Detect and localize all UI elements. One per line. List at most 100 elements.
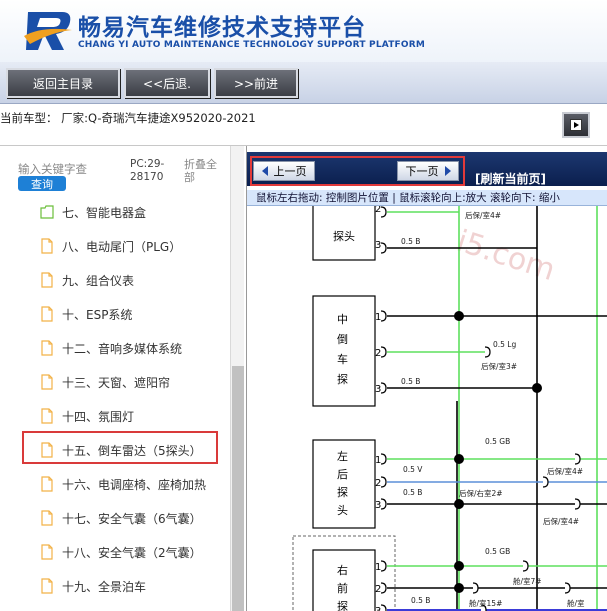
connector bbox=[380, 476, 387, 488]
connector bbox=[380, 560, 387, 572]
inline-connector bbox=[574, 453, 581, 465]
inline-connector bbox=[472, 582, 479, 594]
wire-label: 0.5 GB bbox=[485, 547, 510, 556]
nav-highlight bbox=[250, 156, 465, 186]
home-button[interactable]: 返回主目录 bbox=[6, 68, 120, 98]
wire-label: 后保/右室2# bbox=[459, 488, 503, 498]
tree-item[interactable]: 十八、安全气囊（2气囊） bbox=[40, 541, 202, 563]
wire-label: 0.5 V bbox=[403, 465, 423, 474]
selected-item-highlight bbox=[22, 431, 218, 464]
tree-item-label: 十七、安全气囊（6气囊） bbox=[62, 511, 202, 526]
query-button[interactable]: 查询 bbox=[18, 176, 66, 191]
pin: 3 bbox=[375, 606, 381, 611]
wire-label: 0.5 Lg bbox=[493, 340, 516, 349]
splice bbox=[454, 311, 464, 321]
document-icon bbox=[41, 272, 53, 288]
pc-code: PC:29-28170 bbox=[130, 158, 165, 183]
app-root: 畅易汽车维修技术支持平台 CHANG YI AUTO MAINTENANCE T… bbox=[0, 0, 607, 611]
wire-label: 0.5 GB bbox=[485, 437, 510, 446]
back-button[interactable]: <<后退. bbox=[124, 68, 210, 98]
wire-label: 0.5 B bbox=[401, 237, 420, 246]
wire-label: 0.5 B bbox=[401, 377, 420, 386]
usage-hint: 鼠标左右拖动: 控制图片位置 | 鼠标滚轮向上:放大 滚轮向下: 缩小 bbox=[247, 190, 607, 206]
wire-label: 后保/室4# bbox=[465, 210, 501, 220]
document-icon bbox=[41, 578, 53, 594]
probe-top-label: 探头 bbox=[333, 230, 355, 243]
pin: 2 bbox=[375, 478, 381, 489]
tree-item[interactable]: 十七、安全气囊（6气囊） bbox=[40, 507, 202, 529]
tree-item-label: 十二、音响多媒体系统 bbox=[62, 341, 183, 356]
wire-label: 0.5 B bbox=[411, 596, 430, 605]
tree-item[interactable]: 十六、电调座椅、座椅加热 bbox=[40, 473, 206, 495]
tree-item-label: 十八、安全气囊（2气囊） bbox=[62, 545, 202, 560]
pin: 2 bbox=[375, 206, 381, 215]
right-panel: 上一页 下一页 [刷新当前页] 鼠标左右拖动: 控制图片位置 | 鼠标滚轮向上:… bbox=[246, 146, 607, 611]
toolbar: 返回主目录 <<后退. >>前进 bbox=[0, 62, 607, 104]
pin: 1 bbox=[375, 562, 381, 573]
pin: 3 bbox=[375, 240, 381, 251]
page-nav-bar: 上一页 下一页 [刷新当前页] bbox=[247, 152, 607, 186]
connector bbox=[380, 582, 387, 594]
model-bar: 当前车型： 厂家:Q-奇瑞汽车捷途X952020-2021 bbox=[0, 104, 607, 146]
inline-connector bbox=[564, 582, 571, 594]
wire-label: 后保/室4# bbox=[547, 466, 583, 476]
pin: 3 bbox=[375, 384, 381, 395]
inline-connector bbox=[574, 498, 581, 510]
scrollbar-thumb[interactable] bbox=[232, 366, 244, 611]
pin: 1 bbox=[375, 312, 381, 323]
splice bbox=[454, 454, 464, 464]
tree-item-label: 十、ESP系统 bbox=[62, 307, 133, 322]
wire-label: 后保/室4# bbox=[543, 516, 579, 526]
splice bbox=[454, 499, 464, 509]
wire-label: 舱/室15# bbox=[469, 598, 502, 608]
left-scrollbar[interactable] bbox=[230, 146, 244, 611]
tree-item[interactable]: 十四、氛围灯 bbox=[40, 405, 134, 427]
wire-label: 后保/室3# bbox=[481, 361, 517, 371]
tree-item[interactable]: 七、智能电器盒 bbox=[40, 201, 146, 223]
document-icon bbox=[41, 374, 53, 390]
document-icon bbox=[41, 510, 53, 526]
tree-item[interactable]: 十九、全景泊车 bbox=[40, 575, 146, 597]
fold-all-button[interactable]: 折叠全部 bbox=[184, 158, 224, 184]
document-icon bbox=[41, 544, 53, 560]
left-panel: 输入关键字查 查询 PC:29-28170 折叠全部 七、智能电器盒 八、电动尾门… bbox=[0, 146, 246, 611]
wire-label: 舱/室 bbox=[567, 598, 585, 608]
refresh-button[interactable]: [刷新当前页] bbox=[475, 170, 546, 187]
tree-item[interactable]: 十、ESP系统 bbox=[40, 303, 132, 325]
tree-item-label: 九、组合仪表 bbox=[62, 273, 135, 288]
tree-item-label: 十六、电调座椅、座椅加热 bbox=[62, 477, 207, 492]
splice bbox=[454, 561, 464, 571]
tree-item[interactable]: 八、电动尾门（PLG） bbox=[40, 235, 181, 257]
current-model: 当前车型： 厂家:Q-奇瑞汽车捷途X952020-2021 bbox=[0, 111, 256, 125]
document-icon bbox=[41, 408, 53, 424]
pin: 2 bbox=[375, 348, 381, 359]
inline-connector bbox=[484, 346, 491, 358]
connector bbox=[380, 206, 387, 218]
folder-icon bbox=[40, 205, 54, 219]
wire-label: 舱/室7# bbox=[513, 576, 542, 586]
connector bbox=[380, 346, 387, 358]
tree-item[interactable]: 十二、音响多媒体系统 bbox=[40, 337, 182, 359]
splice bbox=[532, 383, 542, 393]
tree-item-label: 十三、天窗、遮阳帘 bbox=[62, 375, 171, 390]
document-icon bbox=[41, 340, 53, 356]
wire-label: 0.5 B bbox=[403, 488, 422, 497]
tree-item-label: 十九、全景泊车 bbox=[62, 579, 147, 594]
document-icon bbox=[41, 306, 53, 322]
toggle-panel-button[interactable] bbox=[562, 112, 590, 138]
tree-item-label: 八、电动尾门（PLG） bbox=[62, 239, 182, 254]
pin: 1 bbox=[375, 455, 381, 466]
document-icon bbox=[41, 476, 53, 492]
watermark: i5.com bbox=[452, 224, 559, 289]
logo-icon bbox=[24, 12, 72, 50]
forward-button[interactable]: >>前进 bbox=[214, 68, 298, 98]
tree-item[interactable]: 九、组合仪表 bbox=[40, 269, 134, 291]
document-icon bbox=[41, 238, 53, 254]
connector bbox=[380, 604, 387, 611]
tree-item-label: 十四、氛围灯 bbox=[62, 409, 135, 424]
wiring-diagram[interactable]: i5.com 探头 中倒车探 左后探头 右前探 2 3 1 2 3 1 2 3 … bbox=[247, 206, 607, 611]
brand-subtitle: CHANG YI AUTO MAINTENANCE TECHNOLOGY SUP… bbox=[78, 40, 426, 50]
pin: 3 bbox=[375, 500, 381, 511]
tree-item[interactable]: 十三、天窗、遮阳帘 bbox=[40, 371, 170, 393]
header: 畅易汽车维修技术支持平台 CHANG YI AUTO MAINTENANCE T… bbox=[0, 0, 607, 62]
